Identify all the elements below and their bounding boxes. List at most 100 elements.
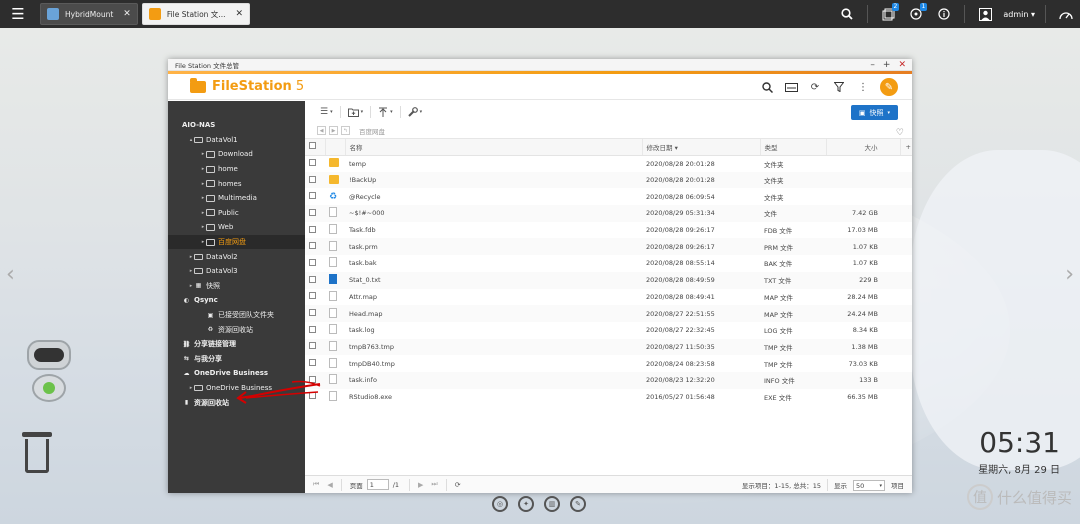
table-row[interactable]: ~$!#~000 2020/08/29 05:31:34 文件 7.42 GB [305,205,912,222]
row-select-cell[interactable] [305,188,325,205]
row-checkbox[interactable] [309,192,316,200]
row-checkbox[interactable] [309,292,316,300]
row-checkbox[interactable] [309,275,316,283]
file-name[interactable]: task.info [345,371,642,389]
sidebar-item[interactable]: ▸ OneDrive Business [168,381,305,396]
sidebar-item[interactable]: ⛓ 分享链接管理 [168,337,305,352]
file-name[interactable]: ~$!#~000 [345,205,642,222]
file-name[interactable]: tmpDB40.tmp [345,355,642,372]
sidebar-item[interactable]: ▸ DataVol2 [168,249,305,264]
row-select-cell[interactable] [305,338,325,356]
table-row[interactable]: task.bak 2020/08/28 08:55:14 BAK 文件 1.07 KB [305,255,912,272]
remote-mount-icon[interactable] [784,80,798,94]
row-select-cell[interactable] [305,222,325,239]
table-row[interactable]: RStudio8.exe 2016/05/27 01:56:48 EXE 文件 66.… [305,389,912,406]
minimize-icon[interactable]: – [870,60,875,70]
next-page-button[interactable]: ▶ [418,481,423,489]
table-row[interactable]: ♻ @Recycle 2020/08/28 06:09:54 文件夹 [305,188,912,205]
items-per-page-select[interactable]: 50 ▾ [853,479,885,491]
row-checkbox[interactable] [309,242,316,250]
sidebar-item[interactable]: ◐ Qsync [168,293,305,308]
refresh-icon[interactable]: ⟳ [455,481,461,489]
more-options-icon[interactable]: ⋮ [856,80,870,94]
table-row[interactable]: Task.fdb 2020/08/28 09:26:17 FDB 文件 17.03 M… [305,222,912,239]
smart-file-filter-icon[interactable]: ✎ [880,78,898,96]
file-name[interactable]: Head.map [345,305,642,322]
column-options-button[interactable]: + [900,139,912,156]
dock-edit-icon[interactable]: ✎ [570,496,586,512]
dashboard-gauge-icon[interactable] [1052,0,1080,28]
sidebar-item[interactable]: ☁ OneDrive Business [168,366,305,381]
row-checkbox[interactable] [309,159,316,167]
row-select-cell[interactable] [305,355,325,372]
dock-app-icon[interactable]: ◎ [492,496,508,512]
favorite-heart-icon[interactable]: ♡ [896,128,904,138]
file-name[interactable]: Attr.map [345,289,642,306]
column-header-type[interactable]: 类型 [760,139,827,156]
sidebar-item[interactable]: ▮ 资源回收站 [168,395,305,410]
close-icon[interactable]: ✕ [123,9,131,19]
file-name[interactable]: task.prm [345,238,642,256]
row-select-cell[interactable] [305,255,325,272]
filter-icon[interactable] [832,80,846,94]
sidebar-item[interactable]: ▴ DataVol1 [168,133,305,148]
task-tab-filestation[interactable]: File Station 文... ✕ [141,3,251,25]
table-row[interactable]: !BackUp 2020/08/28 20:01:28 文件夹 [305,171,912,189]
sidebar-item[interactable]: ▸ Multimedia [168,191,305,206]
row-checkbox[interactable] [309,392,316,400]
task-tab-hybridmount[interactable]: HybridMount ✕ [40,3,138,25]
row-select-cell[interactable] [305,389,325,406]
tools-button[interactable]: ▾ [405,105,426,119]
row-checkbox[interactable] [309,342,316,350]
desktop-next-arrow-icon[interactable]: › [1065,262,1074,287]
main-menu-icon[interactable]: ☰ [0,0,36,28]
table-row[interactable]: tmpDB40.tmp 2020/08/24 08:23:58 TMP 文件 73.0… [305,355,912,372]
external-devices-icon[interactable]: 1 [902,0,930,28]
row-select-cell[interactable] [305,305,325,322]
snapshot-quick-button[interactable]: ▣ 快照 ▾ [850,105,898,120]
table-row[interactable]: task.log 2020/08/27 22:32:45 LOG 文件 8.34 KB [305,322,912,339]
sidebar-item[interactable]: ▸ DataVol3 [168,264,305,279]
create-folder-button[interactable]: ▾ [345,105,367,119]
table-row[interactable]: Head.map 2020/08/27 22:51:55 MAP 文件 24.24 M… [305,305,912,322]
close-icon[interactable]: ✕ [898,60,906,70]
row-select-cell[interactable] [305,289,325,306]
qtalk-robot-icon[interactable] [20,340,78,412]
row-checkbox[interactable] [309,208,316,216]
row-checkbox[interactable] [309,325,316,333]
table-row[interactable]: Stat_0.txt 2020/08/28 08:49:59 TXT 文件 229 B [305,271,912,289]
sidebar-item[interactable]: ▸ homes [168,176,305,191]
user-avatar-icon[interactable] [971,0,999,28]
table-row[interactable]: task.prm 2020/08/28 09:26:17 PRM 文件 1.07 KB [305,238,912,256]
row-checkbox[interactable] [309,175,316,183]
sidebar-item[interactable]: ▸ Web [168,220,305,235]
sidebar-item[interactable]: ▸ home [168,162,305,177]
close-icon[interactable]: ✕ [235,9,243,19]
file-name[interactable]: task.log [345,322,642,339]
table-row[interactable]: temp 2020/08/28 20:01:28 文件夹 [305,155,912,172]
table-row[interactable]: Attr.map 2020/08/28 08:49:41 MAP 文件 28.24 M… [305,289,912,306]
table-row[interactable]: tmpB763.tmp 2020/08/27 11:50:35 TMP 文件 1.38… [305,338,912,356]
sidebar-item[interactable]: ♻ 资源回收站 [168,322,305,337]
column-header-name[interactable]: 名称 [345,139,643,156]
file-name[interactable]: @Recycle [345,188,642,205]
view-mode-button[interactable]: ☰ ▾ [317,105,336,119]
row-checkbox[interactable] [309,258,316,266]
select-all-cell[interactable] [305,139,326,156]
search-icon[interactable] [833,0,861,28]
desktop-prev-arrow-icon[interactable]: ‹ [6,262,15,287]
maximize-icon[interactable]: + [883,60,891,70]
file-name[interactable]: task.bak [345,255,642,272]
column-header-modified[interactable]: 修改日期 ▾ [642,139,761,156]
background-tasks-icon[interactable]: 2 [874,0,902,28]
dock-app-icon[interactable]: ▥ [544,496,560,512]
file-name[interactable]: temp [345,155,642,172]
row-select-cell[interactable] [305,271,325,289]
row-select-cell[interactable] [305,322,325,339]
table-row[interactable]: task.info 2020/08/23 12:32:20 INFO 文件 133 B [305,371,912,389]
row-checkbox[interactable] [309,309,316,317]
file-name[interactable]: Stat_0.txt [345,271,642,289]
sidebar-item[interactable]: ▣ 已接受团队文件夹 [168,308,305,323]
window-titlebar[interactable]: File Station 文件总管 – + ✕ [168,59,912,71]
row-select-cell[interactable] [305,205,325,222]
